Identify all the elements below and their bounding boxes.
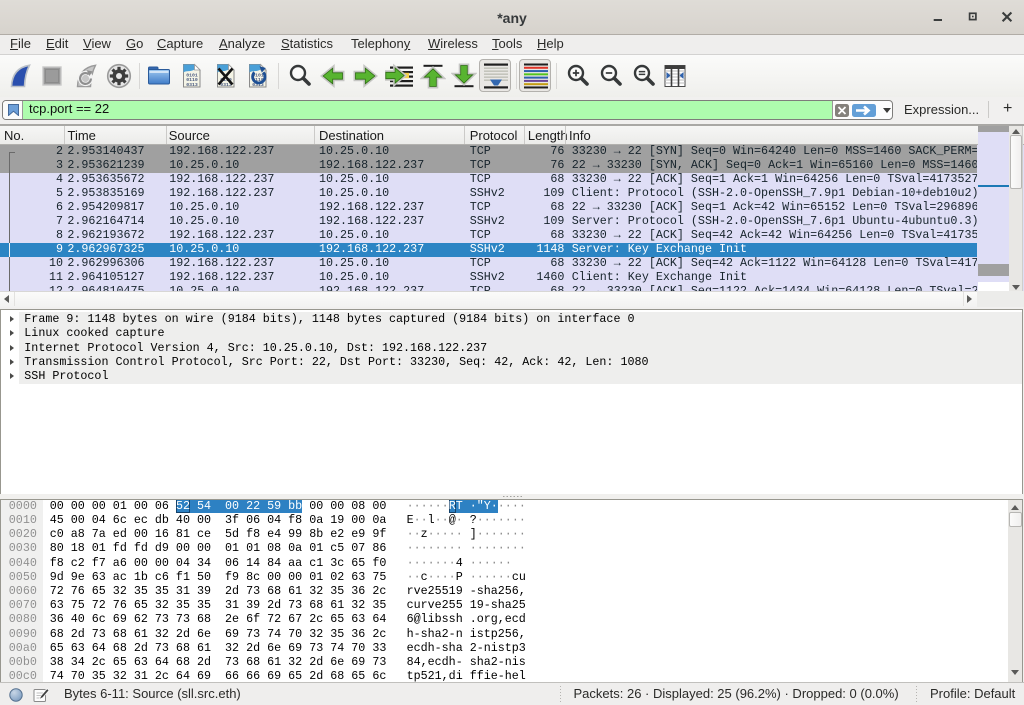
svg-text:0313: 0313	[186, 82, 198, 88]
